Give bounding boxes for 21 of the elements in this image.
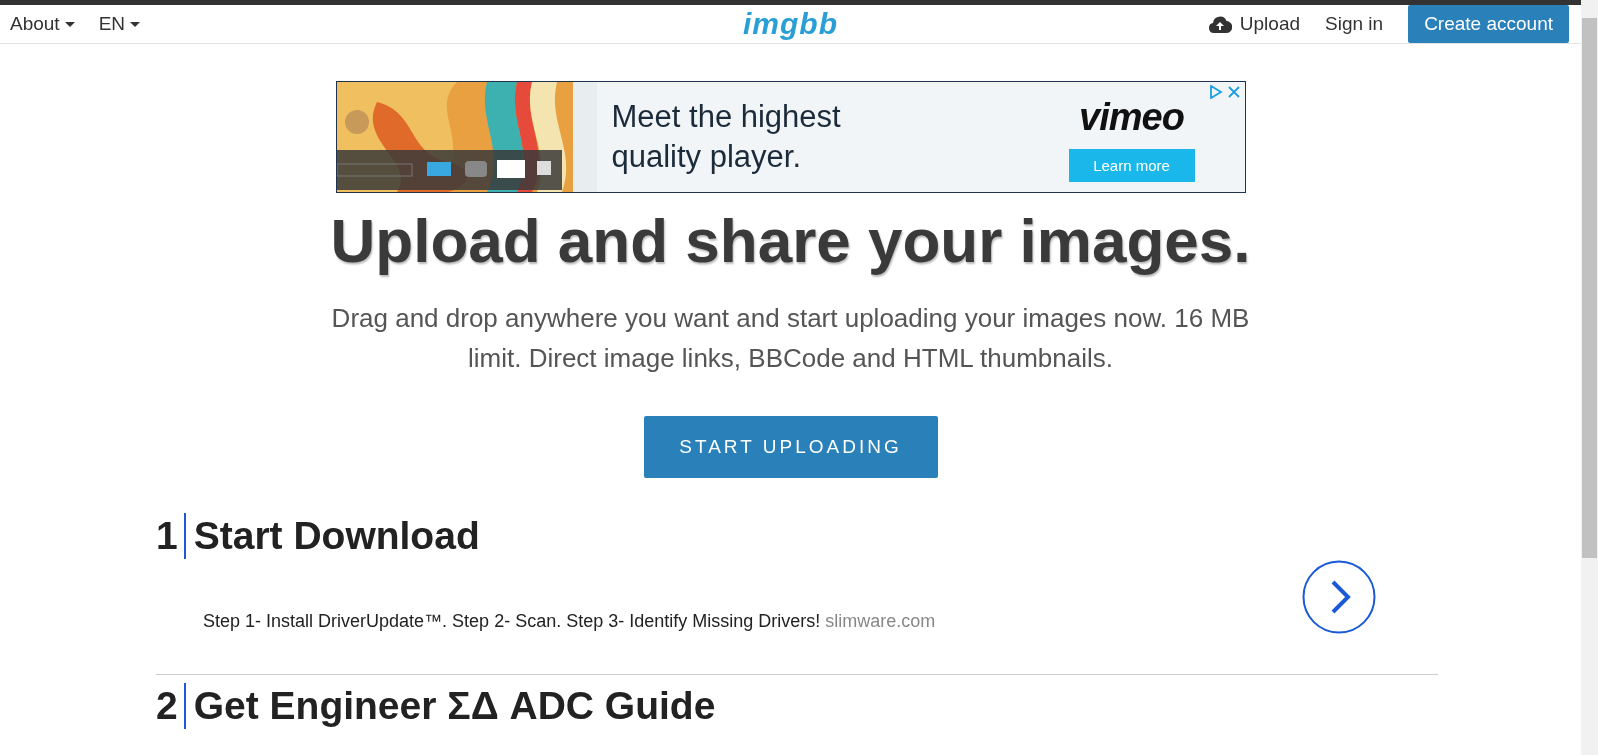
- ad-title-link[interactable]: Get Engineer ΣΔ ADC Guide: [193, 684, 716, 728]
- scrollbar[interactable]: [1581, 0, 1598, 755]
- hero-title: Upload and share your images.: [330, 205, 1251, 276]
- brand-logo: vimeo: [1079, 96, 1184, 139]
- cloud-upload-icon: [1207, 14, 1232, 34]
- item-number: 1: [156, 512, 186, 559]
- upload-link[interactable]: Upload: [1239, 13, 1301, 35]
- start-uploading-button[interactable]: START UPLOADING: [643, 416, 938, 478]
- ad-description: Step 1- Install DriverUpdate™. Step 2- Scan. Step 3- Identify Missing Drivers! slimware.com: [203, 610, 937, 632]
- create-account-button[interactable]: Create account: [1408, 5, 1569, 43]
- chevron-right-icon[interactable]: [1302, 560, 1376, 634]
- hero-subtitle: Drag and drop anywhere you want and start uploading your images now. 16 MB limit. Direct image links, BBCode and HTML thumbnails.: [330, 302, 1251, 375]
- ad-banner[interactable]: Meet the highest quality player. vimeo Learn more: [335, 81, 1246, 193]
- ad-headline: Meet the highest quality player.: [611, 98, 841, 176]
- ad-choices-icon[interactable]: [1208, 85, 1223, 99]
- nav-menu[interactable]: About: [10, 13, 75, 35]
- ad-title-link[interactable]: Start Download: [193, 513, 480, 558]
- sign-in-link[interactable]: Sign in: [1325, 13, 1384, 35]
- item-number: 2: [156, 683, 186, 729]
- nav-menu[interactable]: EN: [98, 13, 141, 35]
- close-icon[interactable]: [1226, 85, 1241, 99]
